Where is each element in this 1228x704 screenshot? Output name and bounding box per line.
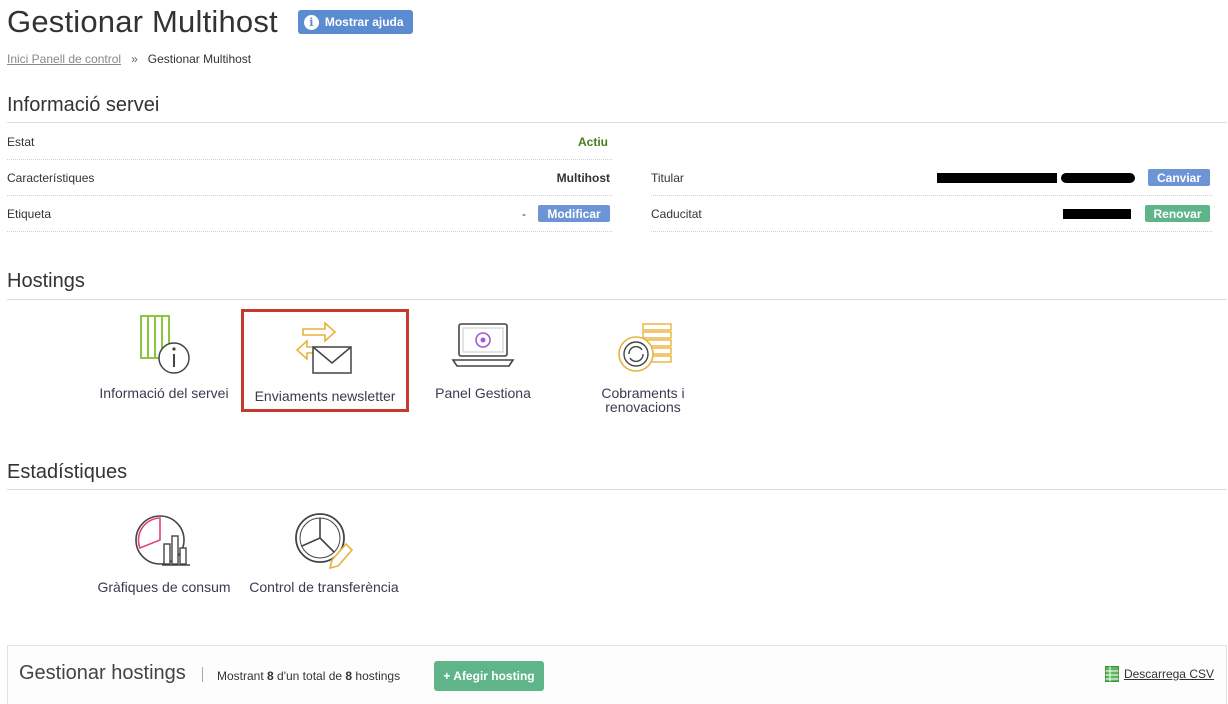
transfer-pie-icon xyxy=(295,513,354,570)
download-csv-link[interactable]: Descarrega CSV xyxy=(1124,667,1214,681)
info-row-expiry: Caducitat Renovar xyxy=(651,196,1212,232)
download-csv[interactable]: Descarrega CSV xyxy=(1104,666,1214,682)
info-icon: i xyxy=(303,14,319,30)
tile-label: Control de transferència xyxy=(249,579,399,595)
manage-hostings-title: Gestionar hostings xyxy=(19,662,186,684)
redacted-expiry-date xyxy=(1063,208,1131,219)
status-label: Estat xyxy=(7,134,35,149)
tile-billing[interactable]: Cobraments i renovacions xyxy=(576,314,710,414)
count-middle: d'un total de xyxy=(273,669,346,683)
status-value: Actiu xyxy=(578,134,608,149)
features-value: Multihost xyxy=(556,170,610,185)
breadcrumb-separator: » xyxy=(131,52,138,66)
breadcrumb: Inici Panell de control » Gestionar Mult… xyxy=(7,52,251,66)
hostings-count: Mostrant 8 d'un total de 8 hostings xyxy=(217,669,400,683)
count-shown: 8 xyxy=(267,669,274,683)
panel-divider xyxy=(202,667,203,682)
tile-label: Enviaments newsletter xyxy=(254,388,396,404)
features-label: Característiques xyxy=(7,170,95,185)
tile-panel-gestiona[interactable]: Panel Gestiona xyxy=(420,314,546,400)
tag-label: Etiqueta xyxy=(7,206,52,221)
tag-value: - xyxy=(522,206,526,221)
show-help-label: Mostrar ajuda xyxy=(324,15,404,29)
info-row-tag: Etiqueta - Modificar xyxy=(7,196,612,232)
tile-transfer-control[interactable]: Control de transferència xyxy=(245,508,403,594)
laptop-panel-icon xyxy=(451,323,515,367)
tile-label: Panel Gestiona xyxy=(435,385,531,401)
tile-newsletter[interactable]: Enviaments newsletter xyxy=(241,309,409,412)
hostings-title: Hostings xyxy=(7,270,85,292)
expiry-label: Caducitat xyxy=(651,206,702,221)
tile-consumption-charts[interactable]: Gràfiques de consum xyxy=(95,508,233,594)
add-hosting-button[interactable]: + Afegir hosting xyxy=(434,661,544,691)
section-divider xyxy=(7,489,1227,490)
newsletter-mail-icon xyxy=(295,321,352,374)
renew-button[interactable]: Renovar xyxy=(1145,205,1210,222)
header: Gestionar Multihost i Mostrar ajuda xyxy=(7,4,413,40)
redacted-holder-id xyxy=(1061,172,1135,183)
count-prefix: Mostrant xyxy=(217,669,268,683)
holder-label: Titular xyxy=(651,170,684,185)
section-divider xyxy=(7,122,1227,123)
tile-label: Gràfiques de consum xyxy=(97,579,231,595)
info-row-features: Característiques Multihost xyxy=(7,160,612,196)
breadcrumb-home-link[interactable]: Inici Panell de control xyxy=(7,52,121,66)
server-info-icon xyxy=(140,315,190,374)
tile-label: Cobraments i renovacions xyxy=(601,385,685,415)
service-info-title: Informació servei xyxy=(7,94,160,116)
info-row-holder: Titular Canviar xyxy=(651,160,1212,196)
tile-service-info[interactable]: Informació del servei xyxy=(95,314,233,400)
page: Gestionar Multihost i Mostrar ajuda Inic… xyxy=(0,0,1228,704)
tile-label: Informació del servei xyxy=(99,385,229,401)
info-row-status: Estat Actiu xyxy=(7,124,612,160)
breadcrumb-current: Gestionar Multihost xyxy=(147,52,252,66)
manage-hostings-panel: Gestionar hostings Mostrant 8 d'un total… xyxy=(7,645,1227,704)
show-help-button[interactable]: i Mostrar ajuda xyxy=(297,10,413,34)
billing-renewal-icon xyxy=(618,323,672,372)
section-divider xyxy=(7,299,1227,300)
redacted-holder-name xyxy=(937,172,1057,183)
change-holder-button[interactable]: Canviar xyxy=(1148,169,1210,186)
count-suffix: hostings xyxy=(352,669,401,683)
consumption-chart-icon xyxy=(135,515,190,566)
modify-tag-button[interactable]: Modificar xyxy=(538,205,610,222)
page-title: Gestionar Multihost xyxy=(7,4,278,39)
stats-title: Estadístiques xyxy=(7,461,128,483)
spreadsheet-icon xyxy=(1104,666,1119,682)
